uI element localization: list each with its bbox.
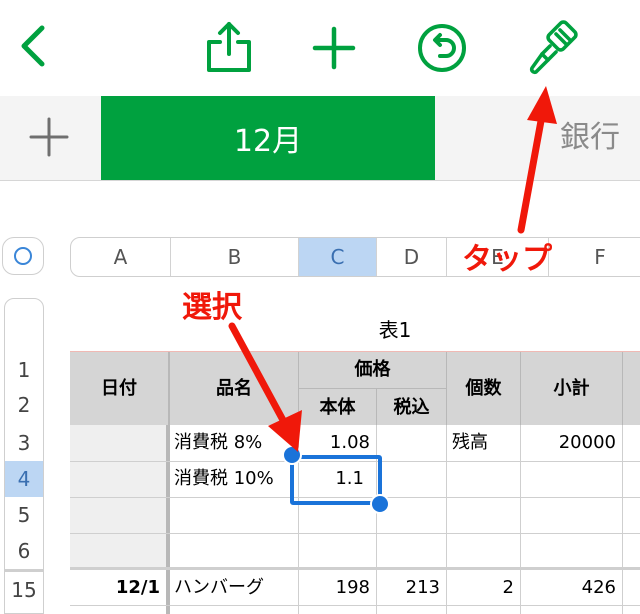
date-column-shade [70,425,168,569]
undo-icon[interactable] [416,22,468,74]
header-price[interactable]: 価格 [298,352,446,388]
select-annotation: 選択 [182,290,242,325]
header-date[interactable]: 日付 [70,352,168,425]
column-header-c[interactable]: C [299,238,377,276]
selection-handle-bottom-right[interactable] [370,494,390,514]
select-all-button[interactable] [2,237,44,275]
format-brush-icon[interactable] [526,20,580,76]
row-header-4[interactable]: 4 [4,461,44,497]
tab-12-month[interactable]: 12月 [101,96,435,180]
cell-c15[interactable]: 198 [298,570,376,606]
column-header-b[interactable]: B [171,238,299,276]
row-header-15[interactable]: 15 [4,569,44,605]
plus-icon [29,117,69,157]
column-header-d[interactable]: D [377,238,447,276]
row-header-6[interactable]: 6 [4,533,44,569]
row-header-1[interactable]: 1 [4,353,44,387]
header-tax-incl[interactable]: 税込 [376,388,446,425]
select-arrow-icon [228,322,302,452]
cell-d15[interactable]: 213 [376,570,446,606]
header-count[interactable]: 個数 [446,352,520,425]
cell-e3[interactable]: 残高 [448,425,520,461]
column-header-f[interactable]: F [549,238,640,276]
add-icon[interactable] [312,26,356,70]
column-header-a[interactable]: A [71,238,171,276]
cell-f3[interactable]: 20000 [520,425,622,461]
header-subtotal[interactable]: 小計 [520,352,622,425]
tap-annotation: タップ [462,242,552,277]
cell-b15[interactable]: ハンバーグ [170,570,298,606]
cell-b4[interactable]: 消費税 10% [170,461,298,497]
tab-bank[interactable]: 銀行 [560,96,620,180]
header-extra [622,352,640,425]
back-chevron-icon[interactable] [16,24,50,68]
cell-selection-box[interactable] [290,455,382,505]
tap-arrow-icon [517,86,557,234]
row-header-2[interactable]: 2 [4,387,44,423]
cell-a15[interactable]: 12/1 [70,570,166,606]
add-sheet-button[interactable] [0,96,100,180]
row-header-5[interactable]: 5 [4,497,44,533]
cell-f15[interactable]: 426 [520,570,622,606]
table-title: 表1 [378,318,412,342]
share-icon[interactable] [204,20,254,74]
column-header-bar: A B C D E F [70,237,640,277]
select-all-icon [14,247,32,265]
row-header-3[interactable]: 3 [4,425,44,461]
cell-e15[interactable]: 2 [446,570,520,606]
